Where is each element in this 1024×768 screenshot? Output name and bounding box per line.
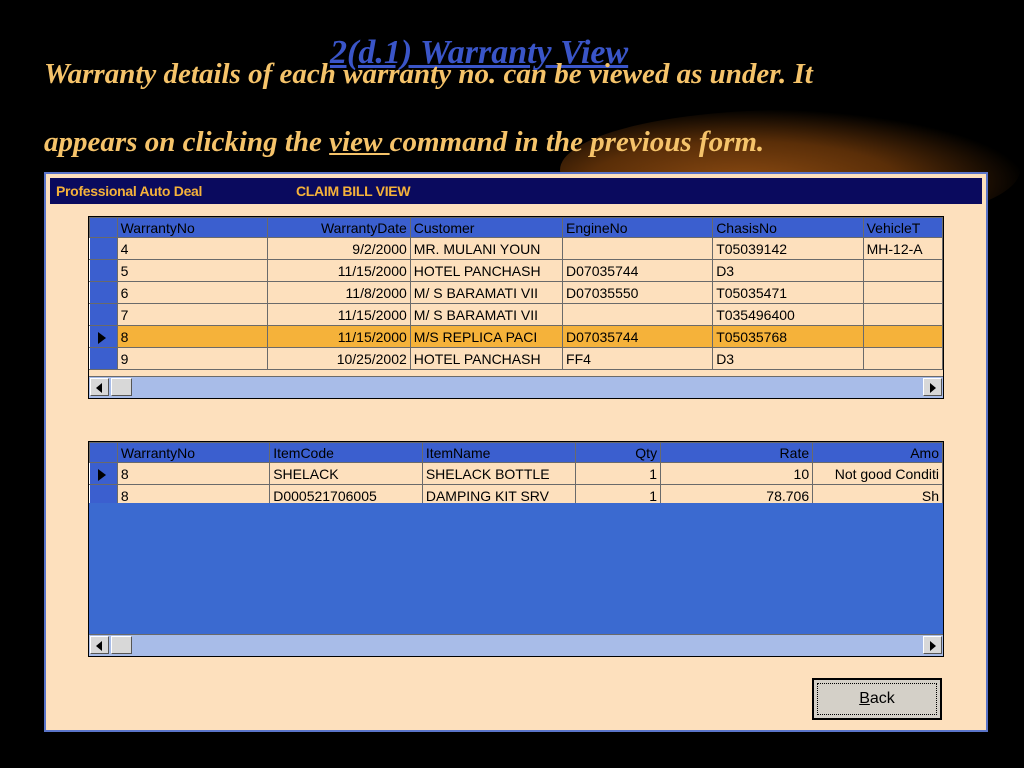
arrow-right-icon (930, 383, 936, 393)
cell-chasisno[interactable]: D3 (712, 347, 864, 370)
row-selector[interactable] (89, 281, 118, 304)
cell-chasisno[interactable]: T05035768 (712, 325, 864, 348)
window-titlebar: Professional Auto Deal CLAIM BILL VIEW (50, 178, 982, 204)
table-row[interactable]: 5 11/15/2000 HOTEL PANCHASH D07035744 D3 (89, 259, 943, 282)
table-row[interactable]: 6 11/8/2000 M/ S BARAMATI VII D07035550 … (89, 281, 943, 304)
table-row[interactable]: 4 9/2/2000 MR. MULANI YOUN T05039142 MH-… (89, 237, 943, 260)
cell-vehicletype[interactable]: MH-12-A (862, 237, 943, 260)
cell-warrantyno[interactable]: 6 (116, 281, 268, 304)
table-row-selected[interactable]: 8 SHELACK SHELACK BOTTLE 1 10 Not good C… (89, 462, 943, 485)
cell-itemcode[interactable]: SHELACK (269, 462, 423, 485)
cell-engineno[interactable] (562, 303, 714, 326)
cell-engineno[interactable] (562, 237, 714, 260)
cell-qty[interactable]: 1 (574, 462, 662, 485)
cell-customer[interactable]: M/ S BARAMATI VII (409, 303, 564, 326)
warranty-grid-hscrollbar[interactable] (89, 376, 943, 398)
scroll-thumb[interactable] (111, 378, 132, 396)
cell-warrantyno[interactable]: 8 (116, 462, 271, 485)
cell-warrantydate[interactable]: 9/2/2000 (266, 237, 411, 260)
back-button-focus: Back (817, 683, 937, 715)
current-row-arrow-icon (98, 468, 106, 481)
col-header-vehicletype[interactable]: VehicleT (862, 217, 943, 238)
row-selector[interactable] (89, 237, 118, 260)
table-row[interactable]: 7 11/15/2000 M/ S BARAMATI VII T03549640… (89, 303, 943, 326)
row-selector[interactable] (89, 347, 118, 370)
col-header-itemcode[interactable]: ItemCode (269, 442, 423, 463)
cell-engineno[interactable]: D07035744 (562, 325, 714, 348)
cell-warrantyno[interactable]: 5 (116, 259, 268, 282)
col-header-warrantyno[interactable]: WarrantyNo (116, 217, 268, 238)
row-selector[interactable] (89, 325, 118, 348)
app-title: Professional Auto Deal (56, 183, 203, 199)
cell-warrantydate[interactable]: 11/8/2000 (266, 281, 411, 304)
cell-customer[interactable]: M/ S BARAMATI VII (409, 281, 564, 304)
cell-vehicletype[interactable] (862, 347, 943, 370)
cell-engineno[interactable]: FF4 (562, 347, 714, 370)
cell-vehicletype[interactable] (862, 259, 943, 282)
col-header-engineno[interactable]: EngineNo (562, 217, 714, 238)
cell-vehicletype[interactable] (862, 303, 943, 326)
view-link-text: view (329, 126, 390, 158)
cell-warrantyno[interactable]: 7 (116, 303, 268, 326)
col-header-warrantydate[interactable]: WarrantyDate (266, 217, 411, 238)
table-row-selected[interactable]: 8 11/15/2000 M/S REPLICA PACI D07035744 … (89, 325, 943, 348)
row-selector-header (89, 442, 118, 463)
cell-chasisno[interactable]: T05035471 (712, 281, 864, 304)
cell-warrantydate[interactable]: 10/25/2002 (266, 347, 411, 370)
intro-line-1: Warranty details of each warranty no. ca… (44, 58, 813, 90)
scroll-thumb[interactable] (111, 636, 132, 654)
cell-warrantydate[interactable]: 11/15/2000 (266, 259, 411, 282)
col-header-qty[interactable]: Qty (574, 442, 662, 463)
col-header-rate[interactable]: Rate (660, 442, 814, 463)
cell-vehicletype[interactable] (862, 325, 943, 348)
row-selector-header (89, 217, 118, 238)
back-button[interactable]: Back (812, 678, 942, 720)
scroll-left-button[interactable] (90, 636, 109, 654)
col-header-warrantyno[interactable]: WarrantyNo (116, 442, 271, 463)
table-row[interactable]: 9 10/25/2002 HOTEL PANCHASH FF4 D3 (89, 347, 943, 370)
current-row-arrow-icon (98, 331, 106, 344)
view-title: CLAIM BILL VIEW (296, 183, 411, 199)
cell-warrantydate[interactable]: 11/15/2000 (266, 303, 411, 326)
col-header-customer[interactable]: Customer (409, 217, 564, 238)
cell-engineno[interactable]: D07035550 (562, 281, 714, 304)
cell-warrantyno[interactable]: 4 (116, 237, 268, 260)
cell-customer[interactable]: MR. MULANI YOUN (409, 237, 564, 260)
row-selector[interactable] (89, 462, 118, 485)
cell-rate[interactable]: 10 (660, 462, 814, 485)
row-selector[interactable] (89, 259, 118, 282)
cell-itemname[interactable]: SHELACK BOTTLE (421, 462, 576, 485)
cell-engineno[interactable]: D07035744 (562, 259, 714, 282)
item-grid-hscrollbar[interactable] (89, 634, 943, 656)
col-header-chasisno[interactable]: ChasisNo (712, 217, 864, 238)
arrow-left-icon (96, 641, 102, 651)
row-selector[interactable] (89, 303, 118, 326)
intro-text: Warranty details of each warranty no. ca… (44, 40, 1004, 176)
col-header-itemname[interactable]: ItemName (421, 442, 576, 463)
cell-chasisno[interactable]: D3 (712, 259, 864, 282)
scroll-left-button[interactable] (90, 378, 109, 396)
claim-bill-window: Professional Auto Deal CLAIM BILL VIEW W… (44, 172, 988, 732)
arrow-right-icon (930, 641, 936, 651)
cell-customer[interactable]: HOTEL PANCHASH (409, 259, 564, 282)
col-header-amount[interactable]: Amo (812, 442, 943, 463)
cell-warrantyno[interactable]: 8 (116, 325, 268, 348)
cell-warrantydate[interactable]: 11/15/2000 (266, 325, 411, 348)
cell-warrantyno[interactable]: 9 (116, 347, 268, 370)
cell-chasisno[interactable]: T035496400 (712, 303, 864, 326)
item-grid[interactable]: WarrantyNo ItemCode ItemName Qty Rate Am… (88, 441, 944, 657)
intro-line-2: appears on clicking the view command in … (44, 126, 765, 158)
cell-chasisno[interactable]: T05039142 (712, 237, 864, 260)
cell-customer[interactable]: M/S REPLICA PACI (409, 325, 564, 348)
cell-customer[interactable]: HOTEL PANCHASH (409, 347, 564, 370)
warranty-grid[interactable]: WarrantyNo WarrantyDate Customer EngineN… (88, 216, 944, 399)
scroll-right-button[interactable] (923, 378, 942, 396)
arrow-left-icon (96, 383, 102, 393)
scroll-right-button[interactable] (923, 636, 942, 654)
cell-amount[interactable]: Not good Conditi (812, 462, 943, 485)
cell-vehicletype[interactable] (862, 281, 943, 304)
grid-empty-area (89, 503, 943, 635)
